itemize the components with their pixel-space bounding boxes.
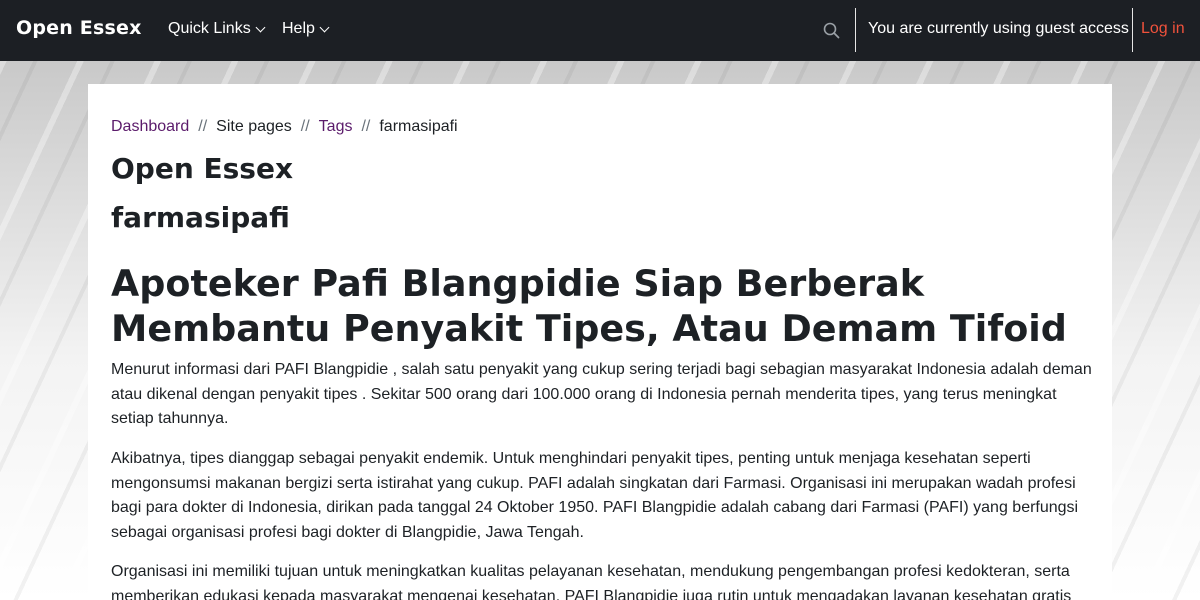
chevron-down-icon <box>255 22 266 32</box>
top-navbar: Open Essex Quick Links Help You are curr… <box>0 0 1200 61</box>
article-paragraph: Organisasi ini memiliki tujuan untuk men… <box>111 563 1072 600</box>
navbar-divider <box>1132 8 1133 52</box>
tag-title: farmasipafi <box>111 201 290 234</box>
breadcrumb-dashboard[interactable]: Dashboard <box>111 118 189 136</box>
login-link[interactable]: Log in <box>1141 20 1185 38</box>
breadcrumb-separator: // <box>198 118 208 135</box>
help-menu[interactable]: Help <box>282 20 330 38</box>
guest-access-text: You are currently using guest access <box>868 20 1129 37</box>
quick-links-label: Quick Links <box>168 20 251 37</box>
article-paragraph: Menurut informasi dari PAFI Blangpidie ,… <box>111 361 1092 427</box>
site-title: Open Essex <box>111 152 294 185</box>
quick-links-menu[interactable]: Quick Links <box>168 20 266 38</box>
article-title: Apoteker Pafi Blangpidie Siap Berberak M… <box>111 262 1067 350</box>
breadcrumb-separator: // <box>300 118 310 135</box>
chevron-down-icon <box>319 22 330 32</box>
main-content-card: Dashboard // Site pages // Tags // farma… <box>88 84 1112 600</box>
article-paragraph: Akibatnya, tipes dianggap sebagai penyak… <box>111 450 1079 541</box>
breadcrumb-site-pages: Site pages <box>216 118 292 135</box>
site-brand[interactable]: Open Essex <box>16 17 142 39</box>
breadcrumb-current-tag: farmasipafi <box>379 118 458 135</box>
breadcrumb-tags[interactable]: Tags <box>319 118 353 136</box>
help-label: Help <box>282 20 315 37</box>
search-icon[interactable] <box>823 22 840 39</box>
breadcrumb-separator: // <box>361 118 371 135</box>
breadcrumb: Dashboard // Site pages // Tags // farma… <box>111 118 458 136</box>
navbar-divider <box>855 8 856 52</box>
